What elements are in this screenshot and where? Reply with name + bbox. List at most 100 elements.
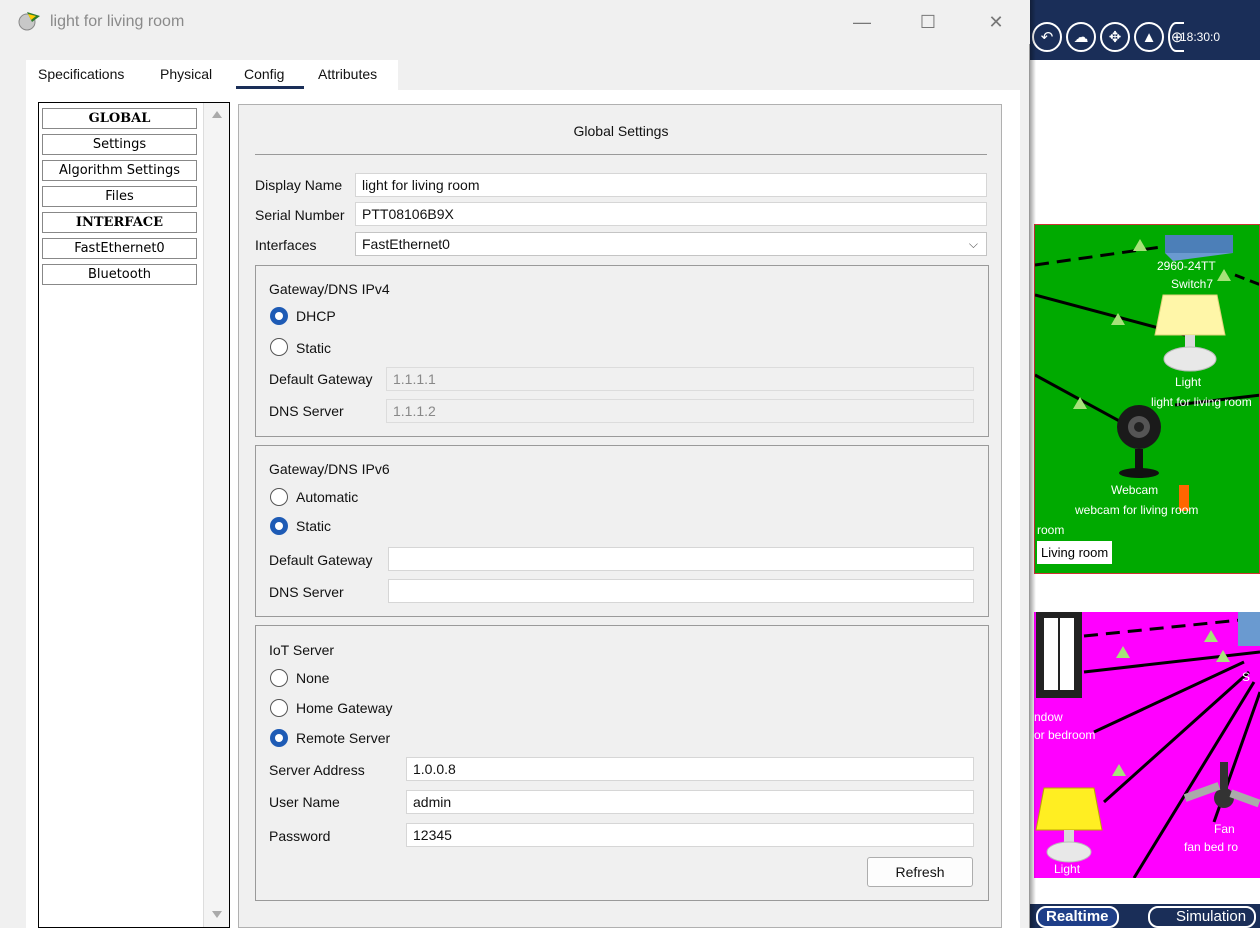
- ipv6-gateway-label: Default Gateway: [269, 552, 373, 568]
- window-title: light for living room: [50, 13, 185, 30]
- simulation-button[interactable]: Simulation: [1148, 906, 1257, 928]
- cloud-icon[interactable]: ☁: [1066, 22, 1096, 52]
- close-button[interactable]: ✕: [974, 8, 1018, 36]
- ipv6-automatic-label[interactable]: Automatic: [296, 489, 358, 505]
- workspace-background: ↶ ☁ ✥ ▲ ⊕ 18:30:0 2960-24TT Switch7 Ligh…: [1030, 0, 1260, 928]
- panel-title: Global Settings: [573, 123, 669, 139]
- display-name-field[interactable]: light for living room: [355, 173, 987, 197]
- interfaces-select[interactable]: FastEthernet0 ⌵: [355, 232, 987, 256]
- switch-fragment: S: [1242, 670, 1251, 684]
- room-fragment: room: [1037, 523, 1065, 537]
- maximize-icon: ☐: [919, 11, 937, 32]
- sidebar-scrollbar[interactable]: [203, 103, 229, 927]
- workspace-toolbar: ↶ ☁ ✥ ▲ ⊕ 18:30:0: [1030, 0, 1260, 60]
- sidebar-item-bluetooth[interactable]: Bluetooth: [42, 264, 197, 285]
- iot-none-radio[interactable]: [270, 669, 288, 687]
- iot-none-label[interactable]: None: [296, 670, 329, 686]
- user-name-label: User Name: [269, 794, 340, 810]
- tab-bar: Specifications Physical Config Attribute…: [26, 60, 398, 90]
- password-field[interactable]: 12345: [406, 823, 974, 847]
- mode-bar: Realtime Simulation: [1030, 904, 1260, 928]
- link-light: [1204, 630, 1218, 642]
- global-settings-panel: Global Settings Display Name light for l…: [238, 104, 1002, 928]
- interfaces-label: Interfaces: [255, 237, 317, 253]
- link-light: [1112, 764, 1126, 776]
- maximize-button[interactable]: ☐: [906, 8, 950, 36]
- iot-title: IoT Server: [269, 642, 335, 658]
- tab-config[interactable]: Config: [244, 66, 284, 82]
- window-name-fragment: ndow: [1034, 710, 1063, 724]
- sidebar-header-interface[interactable]: INTERFACE: [42, 212, 197, 233]
- ipv4-dns-label: DNS Server: [269, 403, 344, 419]
- ipv6-gateway-field[interactable]: [388, 547, 974, 571]
- iot-home-gateway-label[interactable]: Home Gateway: [296, 700, 392, 716]
- mountain-icon[interactable]: ▲: [1134, 22, 1164, 52]
- close-icon: ✕: [988, 11, 1004, 32]
- scroll-down-icon[interactable]: [212, 911, 222, 918]
- tab-specifications[interactable]: Specifications: [38, 66, 124, 82]
- switch-name: Switch7: [1171, 277, 1214, 291]
- light-type: Light: [1175, 375, 1202, 389]
- iot-remote-server-radio[interactable]: [270, 729, 288, 747]
- refresh-button[interactable]: Refresh: [867, 857, 973, 887]
- serial-number-field[interactable]: PTT08106B9X: [355, 202, 987, 226]
- sidebar-item-algorithm-settings[interactable]: Algorithm Settings: [42, 160, 197, 181]
- serial-number-label: Serial Number: [255, 207, 345, 223]
- bedroom-area: ndow or bedroom Fan fan bed ro Light S: [1034, 612, 1260, 878]
- sidebar-item-settings[interactable]: Settings: [42, 134, 197, 155]
- device-app-icon: [18, 12, 40, 31]
- link-light: [1216, 650, 1230, 662]
- light-name: light for living room: [1151, 395, 1252, 409]
- ipv4-group: Gateway/DNS IPv4 DHCP Static Default Gat…: [255, 265, 989, 437]
- clock-readout: 18:30:0: [1180, 30, 1221, 44]
- scroll-up-icon[interactable]: [212, 111, 222, 118]
- bedroom-light-type: Light: [1054, 862, 1081, 876]
- user-name-field[interactable]: admin: [406, 790, 974, 814]
- ipv4-dhcp-label[interactable]: DHCP: [296, 308, 336, 324]
- iot-remote-server-label[interactable]: Remote Server: [296, 730, 390, 746]
- ipv4-gateway-label: Default Gateway: [269, 371, 373, 387]
- tab-attributes[interactable]: Attributes: [318, 66, 377, 82]
- title-bar[interactable]: light for living room — ☐ ✕: [0, 0, 1030, 44]
- ipv6-static-radio[interactable]: [270, 517, 288, 535]
- ipv6-title: Gateway/DNS IPv6: [269, 461, 390, 477]
- ipv6-automatic-radio[interactable]: [270, 488, 288, 506]
- sidebar-item-files[interactable]: Files: [42, 186, 197, 207]
- ipv6-dns-field[interactable]: [388, 579, 974, 603]
- switch-model: 2960-24TT: [1157, 259, 1216, 273]
- ipv4-static-radio[interactable]: [270, 338, 288, 356]
- link-light: [1116, 646, 1130, 658]
- fan-type: Fan: [1214, 822, 1235, 836]
- ipv6-group: Gateway/DNS IPv6 Automatic Static Defaul…: [255, 445, 989, 617]
- sidebar-item-fastethernet0[interactable]: FastEthernet0: [42, 238, 197, 259]
- minimize-icon: —: [853, 11, 871, 32]
- iot-home-gateway-radio[interactable]: [270, 699, 288, 717]
- realtime-button[interactable]: Realtime: [1036, 906, 1119, 928]
- living-room-label[interactable]: Living room: [1037, 541, 1113, 564]
- link-light: [1217, 269, 1231, 281]
- server-address-field[interactable]: 1.0.0.8: [406, 757, 974, 781]
- ipv4-dns-field[interactable]: 1.1.1.2: [386, 399, 974, 423]
- tab-physical[interactable]: Physical: [160, 66, 212, 82]
- chevron-down-icon: ⌵: [968, 237, 978, 251]
- simulation-label: Simulation: [1176, 908, 1247, 925]
- device-config-window: light for living room — ☐ ✕ Specificatio…: [0, 0, 1030, 928]
- living-room-area: 2960-24TT Switch7 Light light for living…: [1034, 224, 1260, 574]
- password-label: Password: [269, 828, 331, 844]
- fan-name: fan bed ro: [1184, 840, 1239, 854]
- window-name-fragment-2: or bedroom: [1034, 728, 1096, 742]
- interfaces-selected-value: FastEthernet0: [362, 236, 450, 252]
- ipv4-gateway-field[interactable]: 1.1.1.1: [386, 367, 974, 391]
- link-light: [1133, 239, 1147, 251]
- link-light: [1073, 397, 1087, 409]
- ipv4-static-label[interactable]: Static: [296, 340, 331, 356]
- minimize-button[interactable]: —: [840, 8, 884, 36]
- ipv4-title: Gateway/DNS IPv4: [269, 281, 390, 297]
- undo-icon[interactable]: ↶: [1032, 22, 1062, 52]
- webcam-type: Webcam: [1111, 483, 1159, 497]
- ipv6-static-label[interactable]: Static: [296, 518, 331, 534]
- sidebar-header-global[interactable]: GLOBAL: [42, 108, 197, 129]
- ipv4-dhcp-radio[interactable]: [270, 307, 288, 325]
- server-address-label: Server Address: [269, 762, 365, 778]
- move-icon[interactable]: ✥: [1100, 22, 1130, 52]
